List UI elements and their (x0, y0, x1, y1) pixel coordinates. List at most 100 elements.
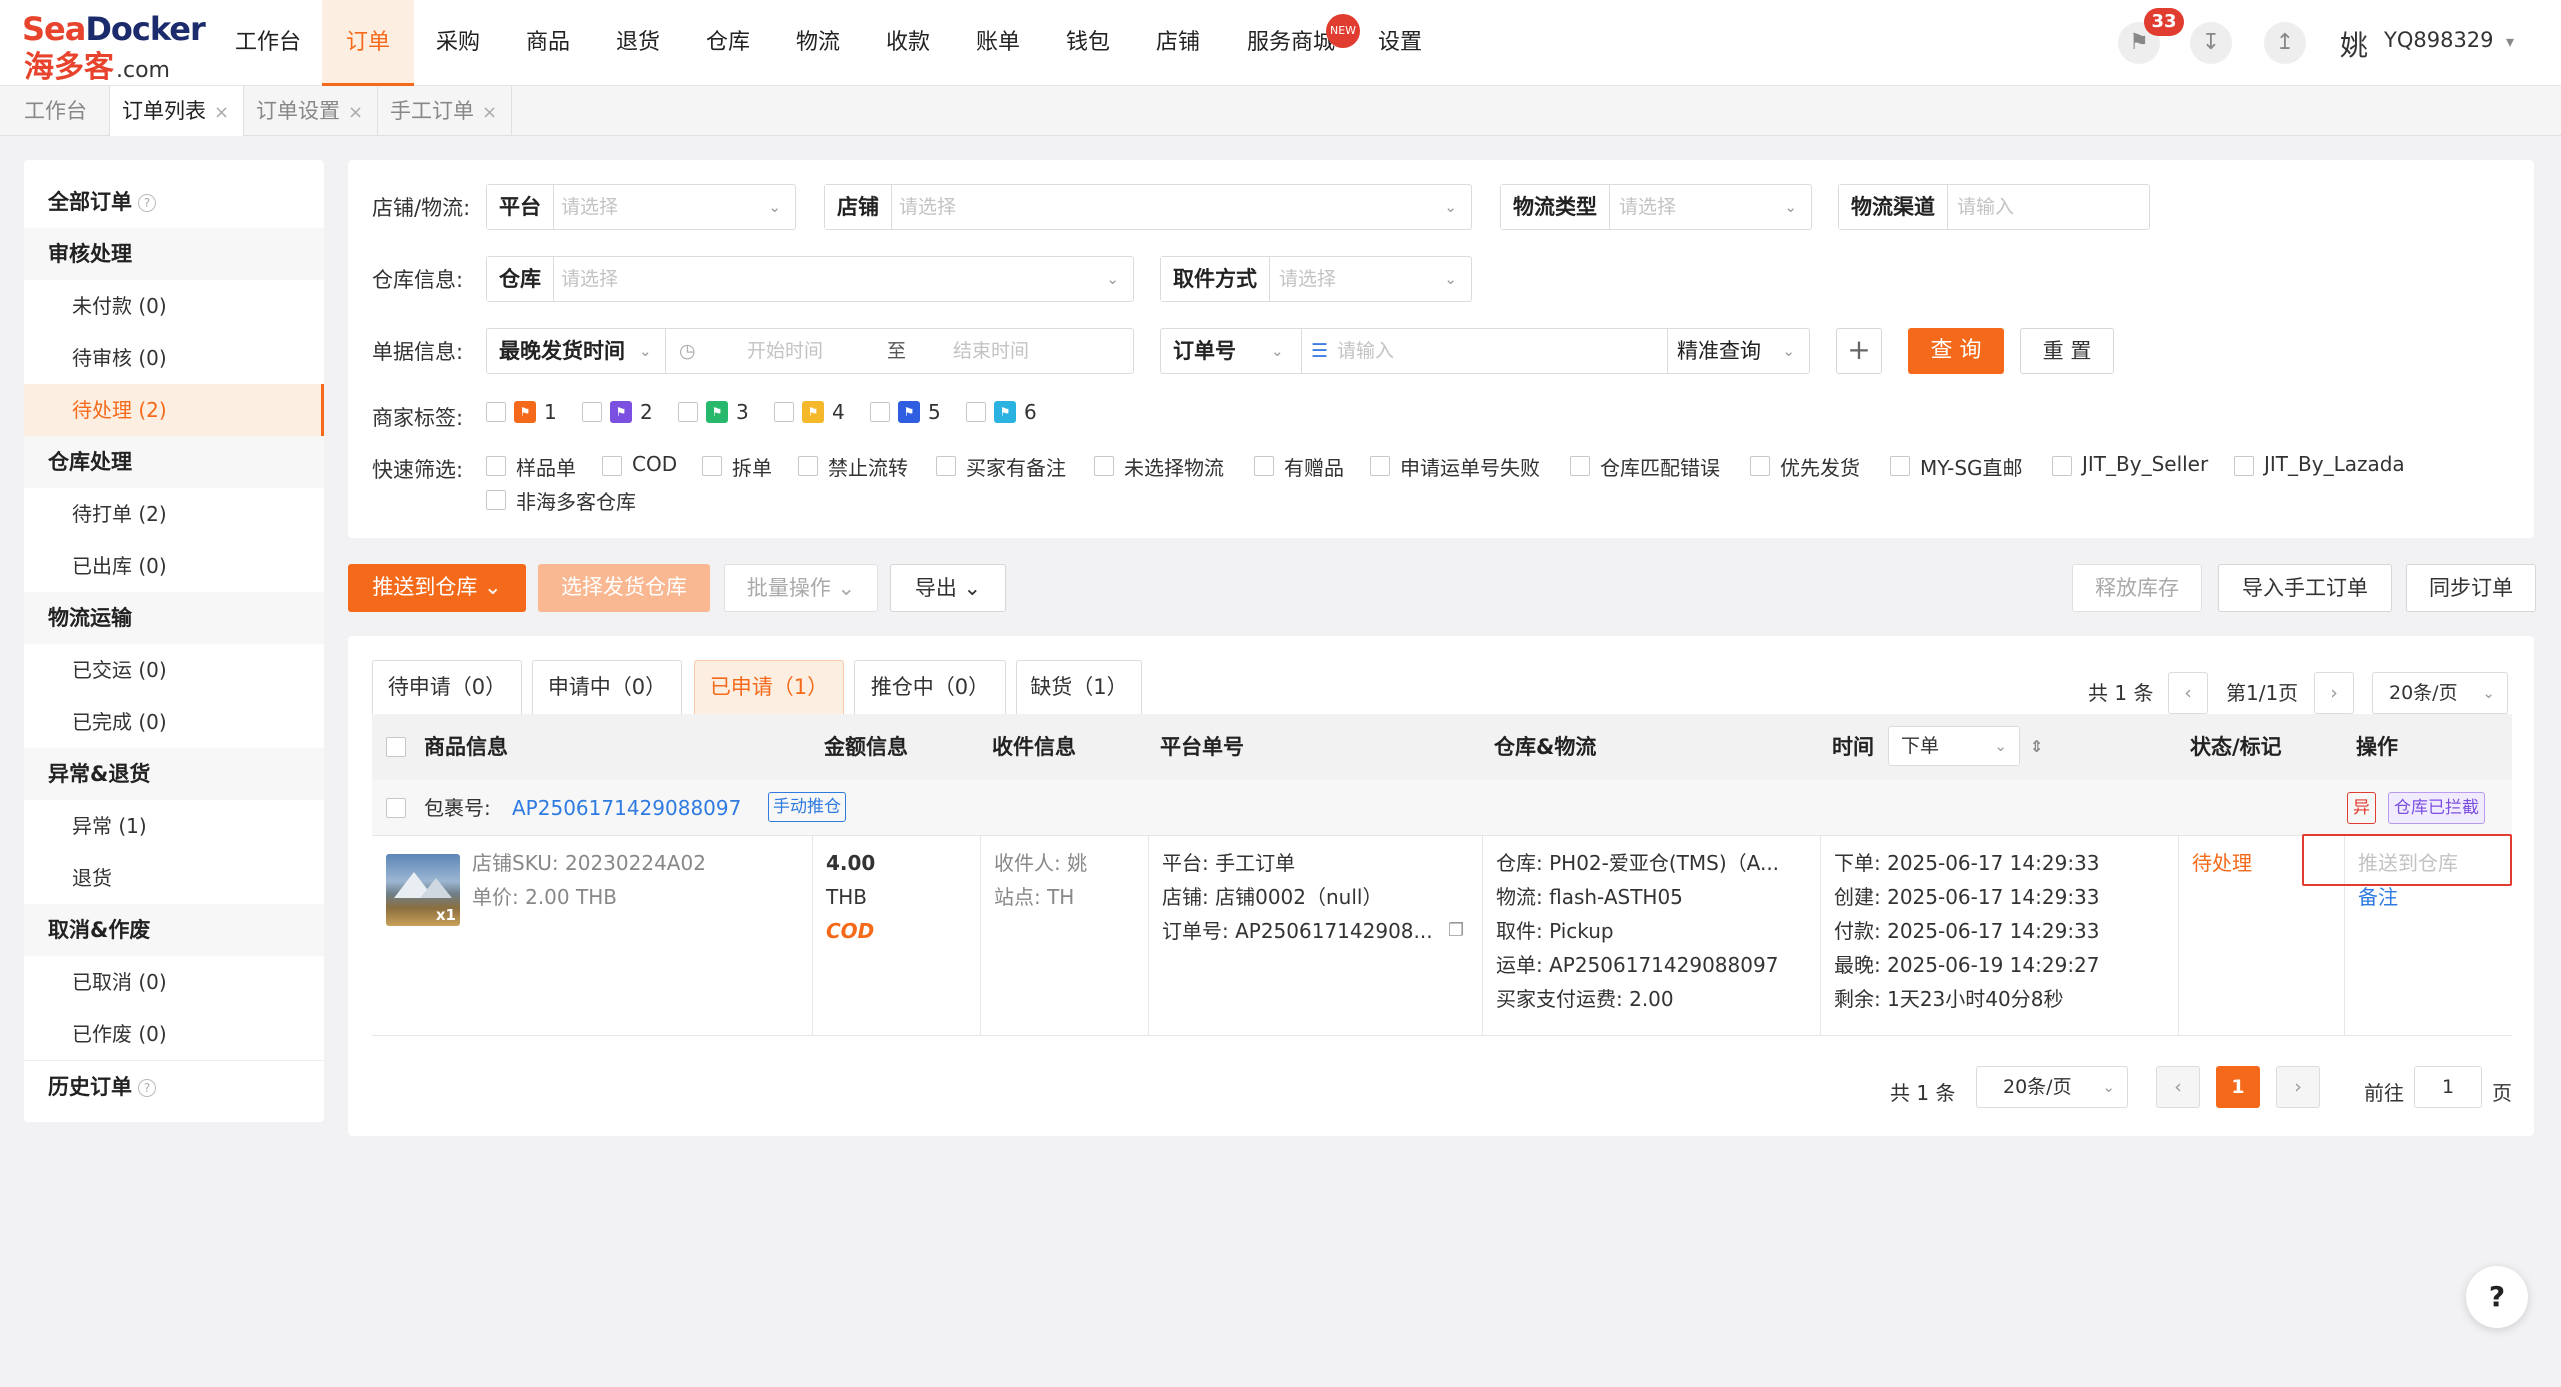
time-sort-select[interactable]: 下单 ⌄ (1888, 726, 2020, 766)
tab-applying[interactable]: 申请中（0） (532, 660, 682, 714)
sidebar-group-transport[interactable]: 物流运输 (24, 592, 324, 644)
page-size-select-bottom[interactable]: 20条/页 ⌄ (1976, 1066, 2128, 1108)
nav-settings[interactable]: 设置 (1356, 0, 1444, 86)
sidebar-item-returns[interactable]: 退货 (24, 852, 324, 904)
copy-icon[interactable]: ❐ (1448, 914, 1464, 948)
quick-filter-checkbox[interactable] (1750, 456, 1770, 476)
remark-link[interactable]: 备注 (2358, 880, 2398, 914)
quick-filter-checkbox[interactable] (1370, 456, 1390, 476)
sync-orders-button[interactable]: 同步订单 (2406, 564, 2536, 612)
order-field-select[interactable]: 订单号 (1173, 329, 1236, 373)
release-stock-button[interactable]: 释放库存 (2072, 564, 2202, 612)
page-tab-workbench[interactable]: 工作台 (0, 86, 110, 136)
sidebar-item-handed-over[interactable]: 已交运 (0) (24, 644, 324, 696)
nav-returns[interactable]: 退货 (594, 0, 682, 86)
sidebar-group-warehouse[interactable]: 仓库处理 (24, 436, 324, 488)
nav-wallet[interactable]: 钱包 (1044, 0, 1132, 86)
order-number-search[interactable]: 订单号 ⌄ ☰ 请输入 精准查询 ⌄ (1160, 328, 1810, 374)
warehouse-select[interactable]: 仓库 请选择 ⌄ (486, 256, 1134, 302)
username[interactable]: YQ898329 (2384, 28, 2494, 52)
page-size-select[interactable]: 20条/页 ⌄ (2372, 672, 2508, 714)
tab-pushing[interactable]: 推仓中（0） (854, 660, 1006, 714)
tag-4-checkbox[interactable] (774, 402, 794, 422)
batch-operations-button[interactable]: 批量操作 ⌄ (724, 564, 878, 612)
platform-select[interactable]: 平台 请选择 ⌄ (486, 184, 796, 230)
push-to-warehouse-link[interactable]: 推送到仓库 (2358, 846, 2458, 880)
quick-filter-checkbox[interactable] (486, 456, 506, 476)
nav-warehouse[interactable]: 仓库 (684, 0, 772, 86)
quick-filter-checkbox[interactable] (486, 490, 506, 510)
sidebar-group-review[interactable]: 审核处理 (24, 228, 324, 280)
export-button[interactable]: 导出 ⌄ (890, 564, 1006, 612)
page-tab-order-list[interactable]: 订单列表 × (110, 86, 244, 136)
tab-to-apply[interactable]: 待申请（0） (372, 660, 522, 714)
logistics-channel-input[interactable]: 物流渠道 请输入 (1838, 184, 2150, 230)
nav-bills[interactable]: 账单 (954, 0, 1042, 86)
tab-applied[interactable]: 已申请（1） (694, 660, 844, 714)
nav-orders[interactable]: 订单 (322, 0, 414, 86)
tag-1-checkbox[interactable] (486, 402, 506, 422)
user-avatar[interactable]: 姚 (2340, 24, 2368, 64)
tag-2-checkbox[interactable] (582, 402, 602, 422)
quick-filter-checkbox[interactable] (702, 456, 722, 476)
add-condition-button[interactable]: + (1836, 328, 1882, 374)
next-page-button[interactable]: › (2314, 672, 2354, 714)
nav-purchase[interactable]: 采购 (414, 0, 502, 86)
sidebar-history-orders[interactable]: 历史订单? (24, 1060, 324, 1112)
quick-filter-checkbox[interactable] (1254, 456, 1274, 476)
end-date-input[interactable]: 结束时间 (953, 329, 1029, 373)
goto-page-input[interactable]: 1 (2414, 1066, 2482, 1108)
chevron-down-icon[interactable]: ▾ (2506, 32, 2514, 51)
tag-5-checkbox[interactable] (870, 402, 890, 422)
push-to-warehouse-button[interactable]: 推送到仓库 ⌄ (348, 564, 526, 612)
nav-workbench[interactable]: 工作台 (222, 0, 314, 86)
quick-filter-checkbox[interactable] (2052, 456, 2072, 476)
page-tab-order-settings[interactable]: 订单设置 × (244, 86, 378, 136)
order-number-input[interactable]: 请输入 (1337, 329, 1394, 373)
tab-out-of-stock[interactable]: 缺货（1） (1016, 660, 1142, 714)
download-icon[interactable]: ↧ (2190, 22, 2232, 64)
logistics-type-select[interactable]: 物流类型 请选择 ⌄ (1500, 184, 1812, 230)
sidebar-item-to-process[interactable]: 待处理 (2) (24, 384, 324, 436)
sidebar-item-voided[interactable]: 已作废 (0) (24, 1008, 324, 1060)
import-manual-orders-button[interactable]: 导入手工订单 (2218, 564, 2392, 612)
quick-filter-checkbox[interactable] (1570, 456, 1590, 476)
page-tab-manual-orders[interactable]: 手工订单 × (378, 86, 512, 136)
nav-products[interactable]: 商品 (504, 0, 592, 86)
quick-filter-checkbox[interactable] (798, 456, 818, 476)
close-icon[interactable]: × (214, 102, 229, 123)
quick-filter-checkbox[interactable] (602, 456, 622, 476)
sidebar-item-unpaid[interactable]: 未付款 (0) (24, 280, 324, 332)
close-icon[interactable]: × (348, 102, 363, 123)
pickup-method-select[interactable]: 取件方式 请选择 ⌄ (1160, 256, 1472, 302)
time-type-select[interactable]: 最晚发货时间 (499, 329, 625, 373)
tag-6-checkbox[interactable] (966, 402, 986, 422)
query-button[interactable]: 查 询 (1908, 328, 2004, 374)
start-date-input[interactable]: 开始时间 (747, 329, 823, 373)
sidebar-item-cancelled[interactable]: 已取消 (0) (24, 956, 324, 1008)
nav-shops[interactable]: 店铺 (1134, 0, 1222, 86)
page-1-button[interactable]: 1 (2216, 1066, 2260, 1108)
tag-3-checkbox[interactable] (678, 402, 698, 422)
quick-filter-checkbox[interactable] (1094, 456, 1114, 476)
sidebar-item-shipped-out[interactable]: 已出库 (0) (24, 540, 324, 592)
sidebar-group-exceptions[interactable]: 异常&退货 (24, 748, 324, 800)
prev-page-button[interactable]: ‹ (2156, 1066, 2200, 1108)
nav-collection[interactable]: 收款 (864, 0, 952, 86)
package-number-link[interactable]: AP2506171429088097 (512, 791, 741, 825)
prev-page-button[interactable]: ‹ (2168, 672, 2208, 714)
product-thumbnail[interactable]: x1 (386, 854, 460, 926)
sidebar-all-orders[interactable]: 全部订单? (24, 176, 324, 228)
date-range-picker[interactable]: 最晚发货时间 ⌄ ◷ 开始时间 至 结束时间 (486, 328, 1134, 374)
help-button[interactable]: ? (2466, 1266, 2528, 1328)
upload-icon[interactable]: ↥ (2264, 22, 2306, 64)
order-checkbox[interactable] (386, 798, 406, 818)
list-search-icon[interactable]: ☰ (1311, 329, 1328, 373)
sidebar-item-pending-review[interactable]: 待审核 (0) (24, 332, 324, 384)
sidebar-item-completed[interactable]: 已完成 (0) (24, 696, 324, 748)
sidebar-group-cancelled[interactable]: 取消&作废 (24, 904, 324, 956)
quick-filter-checkbox[interactable] (2234, 456, 2254, 476)
nav-service-mall[interactable]: 服务商城 (1236, 0, 1346, 86)
reset-button[interactable]: 重 置 (2020, 328, 2114, 374)
select-warehouse-button[interactable]: 选择发货仓库 (538, 564, 710, 612)
